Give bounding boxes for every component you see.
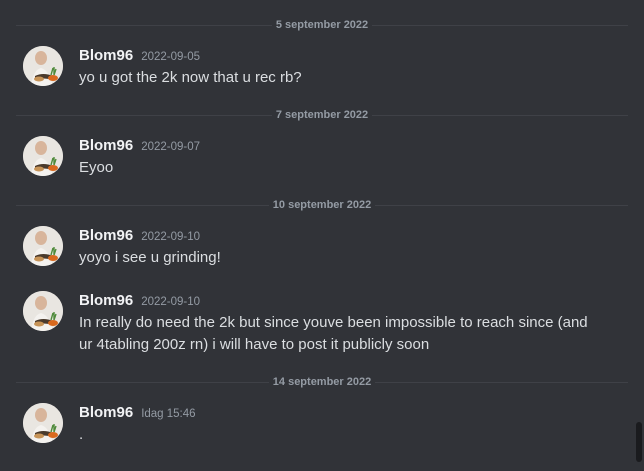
date-divider: 14 september 2022 bbox=[16, 375, 629, 389]
message-header: Blom96 Idag 15:46 bbox=[79, 403, 196, 423]
message-text: yo u got the 2k now that u rec rb? bbox=[79, 69, 302, 86]
username[interactable]: Blom96 bbox=[79, 291, 133, 311]
message-item[interactable]: Blom96 2022-09-05 yo u got the 2k now th… bbox=[0, 46, 644, 90]
divider-line bbox=[372, 114, 628, 116]
message-header: Blom96 2022-09-05 bbox=[79, 46, 200, 66]
divider-line bbox=[375, 381, 629, 383]
message-timestamp[interactable]: 2022-09-07 bbox=[141, 137, 200, 157]
username[interactable]: Blom96 bbox=[79, 226, 133, 246]
user-avatar[interactable] bbox=[23, 136, 63, 176]
message-timestamp[interactable]: Idag 15:46 bbox=[141, 404, 195, 424]
divider-line bbox=[16, 204, 269, 206]
divider-line bbox=[16, 114, 272, 116]
username[interactable]: Blom96 bbox=[79, 136, 133, 156]
date-divider-label: 7 september 2022 bbox=[275, 109, 369, 121]
date-divider-label: 10 september 2022 bbox=[272, 199, 372, 211]
date-divider: 7 september 2022 bbox=[16, 108, 628, 122]
chat-messages-pane[interactable]: 5 september 2022 Blom96 2022-09-05 yo u … bbox=[0, 0, 644, 471]
divider-line bbox=[372, 24, 628, 26]
user-avatar[interactable] bbox=[23, 403, 63, 443]
user-avatar[interactable] bbox=[23, 46, 63, 86]
message-text: Eyoo bbox=[79, 159, 114, 176]
user-avatar[interactable] bbox=[23, 291, 63, 331]
message-item[interactable]: Blom96 2022-09-10 yoyo i see u grinding! bbox=[0, 226, 644, 270]
message-item[interactable]: Blom96 2022-09-07 Eyoo bbox=[0, 136, 644, 180]
divider-line bbox=[375, 204, 629, 206]
message-item[interactable]: Blom96 2022-09-10 In really do need the … bbox=[0, 291, 644, 357]
date-divider: 10 september 2022 bbox=[16, 198, 629, 212]
message-text: In really do need the 2k but since youve… bbox=[79, 314, 588, 353]
message-header: Blom96 2022-09-10 bbox=[79, 291, 200, 311]
message-header: Blom96 2022-09-10 bbox=[79, 226, 200, 246]
user-avatar[interactable] bbox=[23, 226, 63, 266]
divider-line bbox=[16, 381, 269, 383]
date-divider-label: 5 september 2022 bbox=[275, 19, 369, 31]
message-header: Blom96 2022-09-07 bbox=[79, 136, 200, 156]
date-divider-label: 14 september 2022 bbox=[272, 376, 372, 388]
message-timestamp[interactable]: 2022-09-10 bbox=[141, 292, 200, 312]
username[interactable]: Blom96 bbox=[79, 403, 133, 423]
message-text: . bbox=[79, 426, 84, 443]
message-timestamp[interactable]: 2022-09-10 bbox=[141, 227, 200, 247]
message-timestamp[interactable]: 2022-09-05 bbox=[141, 47, 200, 67]
date-divider: 5 september 2022 bbox=[16, 18, 628, 32]
message-item[interactable]: Blom96 Idag 15:46 . bbox=[0, 403, 644, 447]
username[interactable]: Blom96 bbox=[79, 46, 133, 66]
scrollbar-thumb[interactable] bbox=[636, 422, 642, 462]
divider-line bbox=[16, 24, 272, 26]
message-text: yoyo i see u grinding! bbox=[79, 249, 221, 266]
